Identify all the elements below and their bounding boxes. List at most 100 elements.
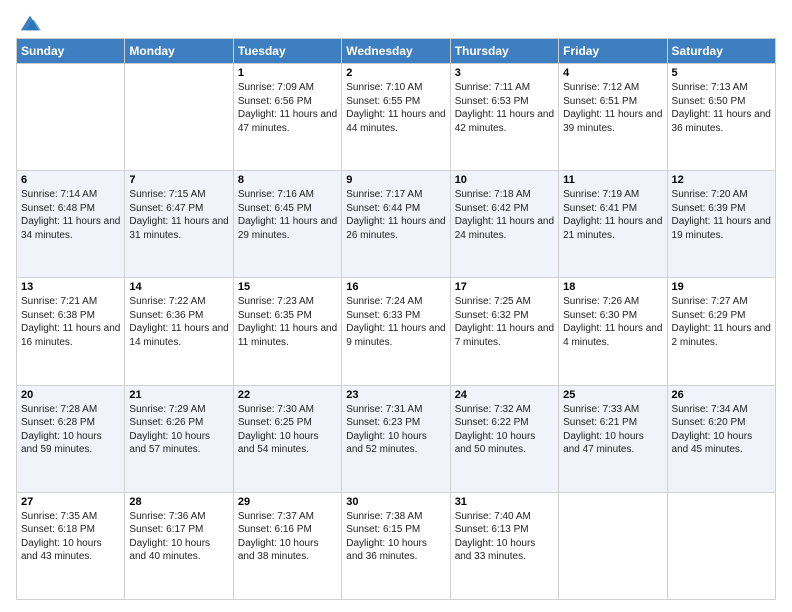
- day-info: Sunrise: 7:32 AMSunset: 6:22 PMDaylight:…: [455, 403, 554, 457]
- calendar-week-row: 1 Sunrise: 7:09 AMSunset: 6:56 PMDaylight…: [17, 64, 776, 171]
- calendar-cell: 28Sunrise: 7:36 AMSunset: 6:17 PMDayligh…: [125, 492, 233, 599]
- day-info: Sunrise: 7:10 AMSunset: 6:55 PMDaylight:…: [346, 81, 445, 135]
- calendar-cell: [559, 492, 667, 599]
- calendar-cell: 29 Sunrise: 7:37 AMSunset: 6:16 PMDayligh…: [233, 492, 341, 599]
- day-info: Sunrise: 7:21 AMSunset: 6:38 PMDaylight:…: [21, 295, 120, 349]
- day-info: Sunrise: 7:26 AMSunset: 6:30 PMDaylight:…: [563, 295, 662, 349]
- day-number: 14: [129, 281, 228, 293]
- calendar-cell: 18 Sunrise: 7:26 AMSunset: 6:30 PMDayligh…: [559, 278, 667, 385]
- day-info: Sunrise: 7:28 AMSunset: 6:28 PMDaylight:…: [21, 403, 120, 457]
- day-info: Sunrise: 7:14 AMSunset: 6:48 PMDaylight:…: [21, 188, 120, 242]
- calendar-cell: 23 Sunrise: 7:31 AMSunset: 6:23 PMDayligh…: [342, 385, 450, 492]
- day-of-week-header: Thursday: [450, 39, 558, 64]
- day-number: 26: [672, 389, 771, 401]
- day-number: 15: [238, 281, 337, 293]
- day-info: Sunrise: 7:19 AMSunset: 6:41 PMDaylight:…: [563, 188, 662, 242]
- day-of-week-header: Tuesday: [233, 39, 341, 64]
- calendar-week-row: 13 Sunrise: 7:21 AMSunset: 6:38 PMDayligh…: [17, 278, 776, 385]
- day-number: 18: [563, 281, 662, 293]
- calendar-cell: 7 Sunrise: 7:15 AMSunset: 6:47 PMDaylight…: [125, 171, 233, 278]
- day-info: Sunrise: 7:29 AMSunset: 6:26 PMDaylight:…: [129, 403, 228, 457]
- day-info: Sunrise: 7:36 AMSunset: 6:17 PMDaylight:…: [129, 510, 228, 564]
- day-of-week-header: Wednesday: [342, 39, 450, 64]
- day-info: Sunrise: 7:23 AMSunset: 6:35 PMDaylight:…: [238, 295, 337, 349]
- day-info: Sunrise: 7:15 AMSunset: 6:47 PMDaylight:…: [129, 188, 228, 242]
- day-number: 12: [672, 174, 771, 186]
- day-info: Sunrise: 7:09 AMSunset: 6:56 PMDaylight:…: [238, 81, 337, 135]
- day-number: 10: [455, 174, 554, 186]
- calendar-table: SundayMondayTuesdayWednesdayThursdayFrid…: [16, 38, 776, 600]
- calendar-cell: 15 Sunrise: 7:23 AMSunset: 6:35 PMDayligh…: [233, 278, 341, 385]
- day-number: 7: [129, 174, 228, 186]
- calendar-week-row: 20 Sunrise: 7:28 AMSunset: 6:28 PMDayligh…: [17, 385, 776, 492]
- day-info: Sunrise: 7:30 AMSunset: 6:25 PMDaylight:…: [238, 403, 337, 457]
- calendar-week-row: 27 Sunrise: 7:35 AMSunset: 6:18 PMDayligh…: [17, 492, 776, 599]
- calendar-cell: 25 Sunrise: 7:33 AMSunset: 6:21 PMDayligh…: [559, 385, 667, 492]
- day-info: Sunrise: 7:27 AMSunset: 6:29 PMDaylight:…: [672, 295, 771, 349]
- calendar-cell: 26 Sunrise: 7:34 AMSunset: 6:20 PMDayligh…: [667, 385, 775, 492]
- day-number: 3: [455, 67, 554, 79]
- day-number: 19: [672, 281, 771, 293]
- calendar-cell: 30 Sunrise: 7:38 AMSunset: 6:15 PMDayligh…: [342, 492, 450, 599]
- day-number: 23: [346, 389, 445, 401]
- day-of-week-header: Saturday: [667, 39, 775, 64]
- day-number: 11: [563, 174, 662, 186]
- calendar-cell: 11 Sunrise: 7:19 AMSunset: 6:41 PMDayligh…: [559, 171, 667, 278]
- day-number: 29: [238, 496, 337, 508]
- day-info: Sunrise: 7:16 AMSunset: 6:45 PMDaylight:…: [238, 188, 337, 242]
- calendar-cell: [125, 64, 233, 171]
- day-info: Sunrise: 7:35 AMSunset: 6:18 PMDaylight:…: [21, 510, 120, 564]
- day-number: 16: [346, 281, 445, 293]
- calendar-cell: 12Sunrise: 7:20 AMSunset: 6:39 PMDayligh…: [667, 171, 775, 278]
- day-info: Sunrise: 7:31 AMSunset: 6:23 PMDaylight:…: [346, 403, 445, 457]
- day-of-week-header: Sunday: [17, 39, 125, 64]
- calendar-cell: 27 Sunrise: 7:35 AMSunset: 6:18 PMDayligh…: [17, 492, 125, 599]
- calendar-cell: 21 Sunrise: 7:29 AMSunset: 6:26 PMDayligh…: [125, 385, 233, 492]
- calendar-cell: 8 Sunrise: 7:16 AMSunset: 6:45 PMDaylight…: [233, 171, 341, 278]
- calendar-cell: [667, 492, 775, 599]
- page-header: [16, 12, 776, 30]
- calendar-cell: 22 Sunrise: 7:30 AMSunset: 6:25 PMDayligh…: [233, 385, 341, 492]
- calendar-header-row: SundayMondayTuesdayWednesdayThursdayFrid…: [17, 39, 776, 64]
- day-info: Sunrise: 7:17 AMSunset: 6:44 PMDaylight:…: [346, 188, 445, 242]
- calendar-cell: 4Sunrise: 7:12 AMSunset: 6:51 PMDaylight…: [559, 64, 667, 171]
- day-info: Sunrise: 7:33 AMSunset: 6:21 PMDaylight:…: [563, 403, 662, 457]
- calendar-cell: 2Sunrise: 7:10 AMSunset: 6:55 PMDaylight…: [342, 64, 450, 171]
- day-info: Sunrise: 7:22 AMSunset: 6:36 PMDaylight:…: [129, 295, 228, 349]
- day-info: Sunrise: 7:25 AMSunset: 6:32 PMDaylight:…: [455, 295, 554, 349]
- day-number: 9: [346, 174, 445, 186]
- day-number: 25: [563, 389, 662, 401]
- day-info: Sunrise: 7:38 AMSunset: 6:15 PMDaylight:…: [346, 510, 445, 564]
- day-info: Sunrise: 7:37 AMSunset: 6:16 PMDaylight:…: [238, 510, 337, 564]
- day-info: Sunrise: 7:40 AMSunset: 6:13 PMDaylight:…: [455, 510, 554, 564]
- day-info: Sunrise: 7:24 AMSunset: 6:33 PMDaylight:…: [346, 295, 445, 349]
- day-number: 24: [455, 389, 554, 401]
- day-info: Sunrise: 7:11 AMSunset: 6:53 PMDaylight:…: [455, 81, 554, 135]
- calendar-cell: 20 Sunrise: 7:28 AMSunset: 6:28 PMDayligh…: [17, 385, 125, 492]
- day-info: Sunrise: 7:34 AMSunset: 6:20 PMDaylight:…: [672, 403, 771, 457]
- day-number: 20: [21, 389, 120, 401]
- calendar-cell: 10Sunrise: 7:18 AMSunset: 6:42 PMDayligh…: [450, 171, 558, 278]
- calendar-cell: 3 Sunrise: 7:11 AMSunset: 6:53 PMDaylight…: [450, 64, 558, 171]
- calendar-cell: 1 Sunrise: 7:09 AMSunset: 6:56 PMDaylight…: [233, 64, 341, 171]
- day-number: 22: [238, 389, 337, 401]
- calendar-cell: 31 Sunrise: 7:40 AMSunset: 6:13 PMDayligh…: [450, 492, 558, 599]
- calendar-week-row: 6 Sunrise: 7:14 AMSunset: 6:48 PMDaylight…: [17, 171, 776, 278]
- day-number: 17: [455, 281, 554, 293]
- day-number: 6: [21, 174, 120, 186]
- day-number: 4: [563, 67, 662, 79]
- day-number: 8: [238, 174, 337, 186]
- calendar-cell: 13 Sunrise: 7:21 AMSunset: 6:38 PMDayligh…: [17, 278, 125, 385]
- calendar-cell: [17, 64, 125, 171]
- calendar-cell: 5Sunrise: 7:13 AMSunset: 6:50 PMDaylight…: [667, 64, 775, 171]
- logo: [16, 12, 41, 30]
- calendar-cell: 16 Sunrise: 7:24 AMSunset: 6:33 PMDayligh…: [342, 278, 450, 385]
- day-number: 30: [346, 496, 445, 508]
- day-number: 27: [21, 496, 120, 508]
- day-number: 1: [238, 67, 337, 79]
- calendar-cell: 14 Sunrise: 7:22 AMSunset: 6:36 PMDayligh…: [125, 278, 233, 385]
- day-number: 21: [129, 389, 228, 401]
- day-of-week-header: Monday: [125, 39, 233, 64]
- day-number: 31: [455, 496, 554, 508]
- day-number: 13: [21, 281, 120, 293]
